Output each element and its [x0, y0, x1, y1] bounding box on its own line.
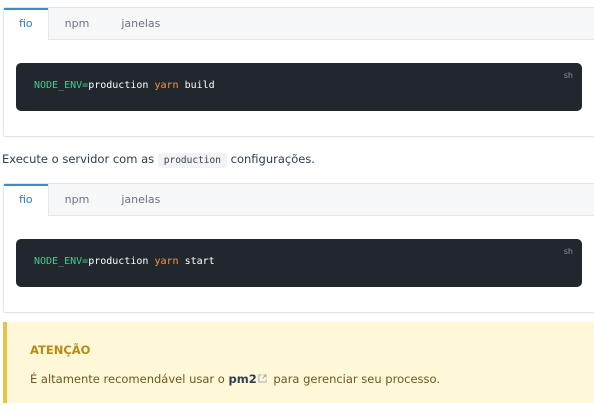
paragraph-text-before: Execute o servidor com as	[2, 152, 155, 166]
tab-fio[interactable]: fio	[4, 8, 49, 40]
code-command: yarn	[154, 80, 179, 91]
tab-fio[interactable]: fio	[4, 184, 49, 216]
code-line: NODE_ENV=production yarn start	[34, 256, 215, 267]
tab-janelas[interactable]: janelas	[105, 184, 176, 215]
pm2-link[interactable]: pm2	[228, 372, 256, 386]
language-label: sh	[563, 247, 573, 256]
language-label: sh	[563, 71, 573, 80]
code-line: NODE_ENV=production yarn build	[34, 80, 215, 91]
paragraph-text-after: configurações.	[230, 152, 315, 166]
instruction-paragraph: Execute o servidor com as production con…	[2, 152, 315, 168]
warning-text-before: É altamente recomendável usar o	[30, 372, 225, 386]
inline-code: production	[157, 153, 227, 168]
code-argument: start	[184, 256, 215, 267]
warning-text: É altamente recomendável usar o pm2 para…	[30, 372, 440, 386]
code-argument: build	[184, 80, 215, 91]
code-env-var: NODE_ENV	[34, 256, 83, 267]
code-block[interactable]: sh NODE_ENV=production yarn build	[16, 63, 582, 111]
tab-npm[interactable]: npm	[49, 184, 106, 215]
code-env-var: NODE_ENV	[34, 80, 83, 91]
warning-text-after: para gerenciar seu processo.	[273, 372, 440, 386]
tab-bar: fio npm janelas	[4, 8, 594, 40]
code-env-value: production	[88, 256, 149, 267]
code-tabs-start: fio npm janelas sh NODE_ENV=production y…	[3, 183, 594, 313]
code-block[interactable]: sh NODE_ENV=production yarn start	[16, 239, 582, 287]
tab-bar: fio npm janelas	[4, 184, 594, 216]
code-command: yarn	[154, 256, 179, 267]
code-env-value: production	[88, 80, 149, 91]
code-tabs-build: fio npm janelas sh NODE_ENV=production y…	[3, 7, 594, 137]
warning-callout: ATENÇÃO É altamente recomendável usar o …	[3, 322, 594, 403]
external-link-icon	[258, 372, 267, 386]
tab-janelas[interactable]: janelas	[105, 8, 176, 39]
warning-title: ATENÇÃO	[30, 343, 91, 357]
tab-npm[interactable]: npm	[49, 8, 106, 39]
